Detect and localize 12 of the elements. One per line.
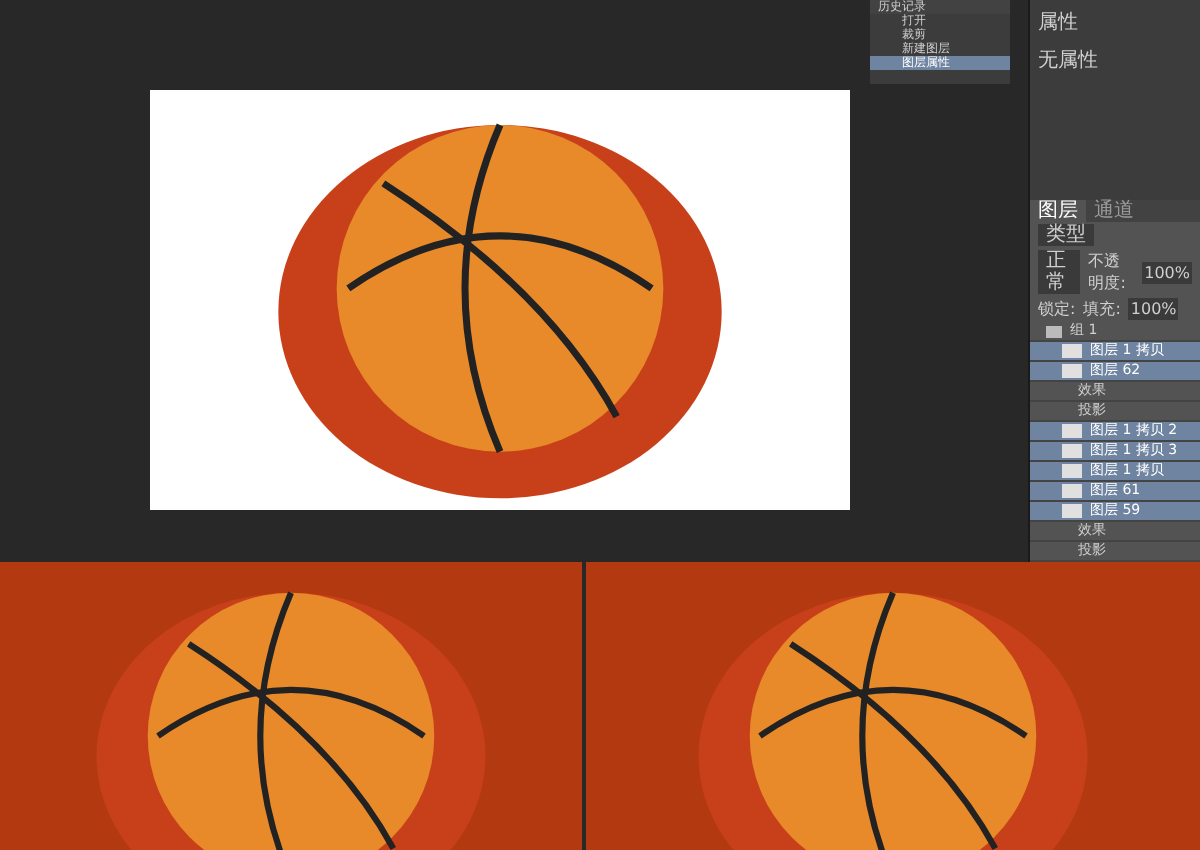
blend-mode-dropdown[interactable]: 正常 (1038, 250, 1081, 294)
filter-dropdown[interactable]: 类型 (1038, 224, 1094, 246)
opacity-label: 不透明度: (1088, 250, 1128, 294)
fill-field[interactable]: 100% (1128, 298, 1179, 320)
properties-message: 无属性 (1038, 47, 1100, 76)
fill-label: 填充: (1083, 298, 1121, 320)
lock-label: 锁定: (1038, 298, 1076, 320)
panel-title: 属性 (1038, 9, 1080, 38)
panel-tab[interactable]: 图层 (1030, 200, 1086, 222)
folder-icon (1046, 325, 1062, 337)
panel-tab[interactable]: 通道 (1086, 200, 1142, 222)
opacity-field[interactable]: 100% (1142, 261, 1192, 283)
